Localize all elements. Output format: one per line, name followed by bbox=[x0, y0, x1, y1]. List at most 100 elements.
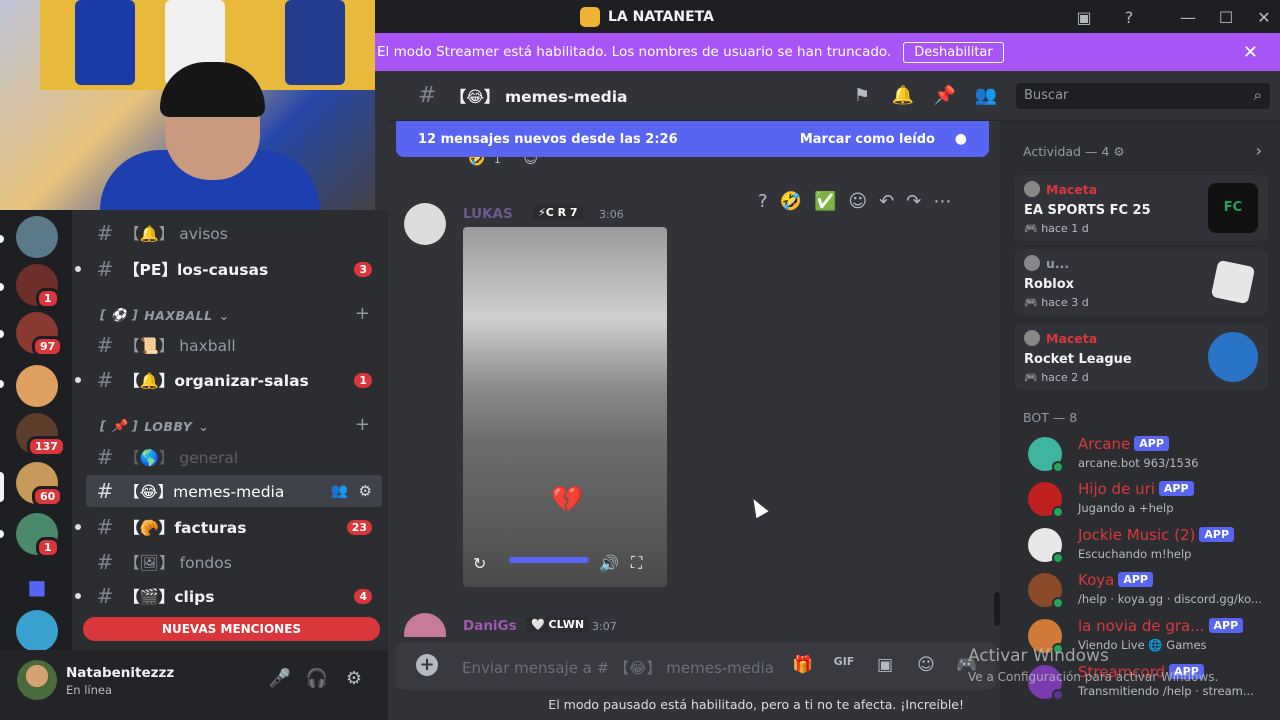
webcam-jersey bbox=[285, 0, 345, 85]
mark-as-read-button[interactable]: Marcar como leído bbox=[800, 132, 935, 147]
add-channel-icon[interactable]: + bbox=[355, 414, 370, 435]
activity-card[interactable]: u... Roblox 🎮 hace 3 d bbox=[1014, 249, 1268, 315]
reaction-emoji-icon[interactable]: 🤣 bbox=[780, 191, 802, 212]
unread-pill bbox=[0, 283, 4, 291]
chevron-down-icon: ⌄ bbox=[198, 418, 210, 434]
headphones-icon[interactable]: 🎧 bbox=[305, 668, 329, 692]
more-options-icon[interactable]: ⋯ bbox=[933, 191, 951, 212]
new-mentions-button[interactable]: NUEVAS MENCIONES bbox=[83, 617, 380, 641]
channel-item-clips[interactable]: # 【🎬】clips 4 bbox=[75, 580, 382, 612]
member-item[interactable]: Hijo de uri APP Jugando a +help bbox=[1028, 478, 1268, 522]
disable-streamer-button[interactable]: Deshabilitar bbox=[903, 41, 1004, 63]
channel-item-fondos[interactable]: # 【🖼】 fondos bbox=[86, 546, 382, 578]
unread-dot bbox=[75, 266, 81, 272]
video-attachment[interactable]: 💔 ↻ 🔊 ⛶ bbox=[463, 227, 667, 587]
forward-icon[interactable]: ↷ bbox=[906, 191, 921, 212]
server-icon[interactable] bbox=[16, 610, 58, 652]
invite-icon[interactable]: 👥 bbox=[331, 483, 348, 499]
new-messages-bar[interactable]: 12 mensajes nuevos desde las 2:26 Marcar… bbox=[396, 121, 989, 157]
emoji-icon[interactable]: ☺ bbox=[915, 655, 937, 677]
windows-activation-watermark: Activar Windows bbox=[968, 646, 1109, 666]
channel-hash-icon: # bbox=[96, 479, 114, 503]
checkmark-icon[interactable]: ✅ bbox=[814, 191, 836, 212]
help-icon[interactable]: ? bbox=[758, 191, 768, 212]
message-avatar[interactable] bbox=[404, 613, 446, 637]
threads-icon[interactable]: ⚑ bbox=[850, 85, 874, 109]
bot-title: BOT — 8 bbox=[1023, 410, 1078, 425]
settings-gear-icon[interactable]: ⚙ bbox=[342, 668, 366, 692]
help-icon[interactable]: ? bbox=[1118, 6, 1140, 28]
channel-hash-icon: # bbox=[96, 368, 114, 392]
channel-item-general[interactable]: # 【🌎】 general bbox=[86, 441, 382, 473]
rocket-league-game-icon bbox=[1208, 332, 1258, 382]
channel-item-facturas[interactable]: # 【🥐】facturas 23 bbox=[75, 511, 382, 543]
server-icon[interactable] bbox=[16, 216, 58, 258]
search-input[interactable]: Buscar ⌕ bbox=[1016, 83, 1270, 109]
mention-count-badge: 1 bbox=[354, 372, 372, 388]
online-status-icon bbox=[1052, 552, 1064, 564]
online-status-icon bbox=[1052, 597, 1064, 609]
add-reaction-icon[interactable]: ☺ bbox=[523, 157, 538, 167]
gear-icon[interactable]: ⚙ bbox=[359, 482, 372, 500]
video-progress-bar[interactable] bbox=[509, 557, 589, 563]
bell-icon[interactable]: 🔔 bbox=[891, 85, 915, 109]
user-status: En línea bbox=[66, 683, 113, 697]
channel-item-los-causas[interactable]: # 【PE】los-causas 3 bbox=[75, 253, 382, 285]
server-badge: 1 bbox=[36, 288, 60, 309]
add-channel-icon[interactable]: + bbox=[355, 303, 370, 324]
fullscreen-icon[interactable]: ⛶ bbox=[631, 553, 642, 573]
inbox-icon[interactable]: ▣ bbox=[1073, 6, 1095, 28]
streamer-mode-banner: El modo Streamer está habilitado. Los no… bbox=[375, 33, 1280, 71]
add-reaction-icon[interactable]: ☺ bbox=[848, 191, 867, 212]
member-item[interactable]: Jockie Music (2) APP Escuchando m!help bbox=[1028, 524, 1268, 568]
member-item[interactable]: Arcane APP arcane.bot 963/1536 bbox=[1028, 433, 1268, 477]
category-haxball[interactable]: [ ⚽ ] HAXBALL ⌄ bbox=[100, 307, 230, 323]
channel-list: # 【🔔】 avisos # 【PE】los-causas 3 [ ⚽ ] HA… bbox=[72, 210, 388, 650]
message-input[interactable]: Enviar mensaje a # 【😂】 memes-media bbox=[462, 657, 774, 678]
channel-item-haxball[interactable]: # 【📜】 haxball bbox=[86, 329, 382, 361]
volume-icon[interactable]: 🔊 bbox=[599, 554, 619, 573]
user-panel: Natabenitezzz En línea 🎤 🎧 ⚙ bbox=[0, 650, 388, 720]
unread-pill bbox=[0, 530, 4, 538]
mention-count-badge: 23 bbox=[346, 519, 372, 535]
upload-plus-icon[interactable]: + bbox=[416, 654, 438, 676]
message-timestamp: 3:07 bbox=[592, 620, 617, 633]
replay-icon[interactable]: ↻ bbox=[473, 554, 486, 573]
webcam-overlay bbox=[0, 0, 375, 210]
search-icon: ⌕ bbox=[1253, 86, 1262, 104]
message-author[interactable]: DaniGs bbox=[463, 618, 517, 634]
avatar[interactable] bbox=[17, 660, 57, 700]
sticker-icon[interactable]: ▣ bbox=[874, 655, 896, 677]
activity-title: Actividad — 4 ⚙ bbox=[1023, 144, 1125, 159]
selected-pill bbox=[0, 472, 4, 502]
reaction-row[interactable]: 🤣 1 ☺ bbox=[468, 157, 538, 167]
member-list-icon[interactable]: 👥 bbox=[974, 85, 998, 109]
microphone-icon[interactable]: 🎤 bbox=[268, 668, 292, 692]
close-banner-icon[interactable]: ✕ bbox=[1243, 42, 1258, 63]
channel-hash-icon: # bbox=[418, 83, 437, 108]
channel-item-avisos[interactable]: # 【🔔】 avisos bbox=[86, 217, 382, 249]
chevron-right-icon[interactable]: › bbox=[1256, 141, 1262, 160]
server-icon[interactable] bbox=[16, 365, 58, 407]
reply-icon[interactable]: ↶ bbox=[879, 191, 894, 212]
pin-icon[interactable]: 📌 bbox=[933, 85, 957, 109]
folder-icon[interactable]: ■ bbox=[16, 566, 58, 608]
gift-icon[interactable]: 🎁 bbox=[792, 655, 814, 677]
gif-icon[interactable]: GIF bbox=[833, 655, 855, 677]
user-avatar bbox=[1024, 255, 1040, 271]
activity-card[interactable]: Maceta Rocket League 🎮 hace 2 d bbox=[1014, 324, 1268, 390]
message-avatar[interactable] bbox=[404, 203, 446, 245]
search-area: Buscar ⌕ bbox=[1000, 71, 1280, 121]
activity-card[interactable]: Maceta EA SPORTS FC 25 🎮 hace 1 d FC bbox=[1014, 175, 1268, 241]
mention-count-badge: 4 bbox=[354, 588, 372, 604]
member-item[interactable]: Koya APP /help · koya.gg · discord.gg/ko.… bbox=[1028, 569, 1268, 613]
pause-notice: El modo pausado está habilitado, pero a … bbox=[548, 697, 964, 712]
channel-item-organizar-salas[interactable]: # 【🔔】organizar-salas 1 bbox=[75, 364, 382, 396]
close-window-icon[interactable]: ✕ bbox=[1253, 6, 1275, 28]
message-author[interactable]: LUKAS bbox=[463, 206, 513, 222]
category-lobby[interactable]: [ 📌 ] LOBBY ⌄ bbox=[100, 418, 209, 434]
maximize-icon[interactable]: ☐ bbox=[1215, 6, 1237, 28]
server-list: 1 97 137 60 1 ■ bbox=[0, 210, 72, 652]
channel-item-memes-media[interactable]: # 【😂】memes-media 👥 ⚙ bbox=[86, 475, 382, 507]
minimize-icon[interactable]: — bbox=[1177, 6, 1199, 28]
